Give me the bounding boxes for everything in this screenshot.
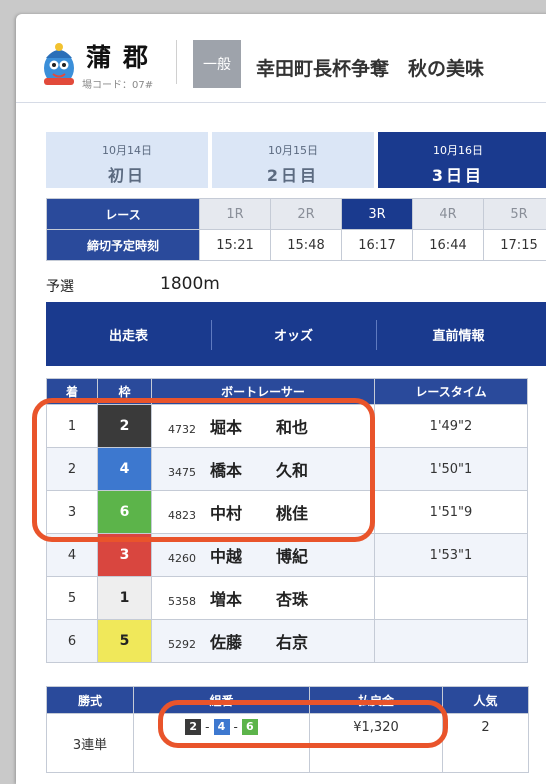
racer-given-name[interactable]: 杏珠 bbox=[276, 586, 308, 610]
tab-day-2[interactable]: 10月15日 2日目 bbox=[212, 132, 374, 188]
race-time bbox=[375, 620, 528, 663]
place: 6 bbox=[47, 620, 98, 663]
race-time: 1'49"2 bbox=[375, 405, 528, 448]
venue-name: 蒲郡 bbox=[86, 38, 160, 74]
tab-day-1[interactable]: 10月14日 初日 bbox=[46, 132, 208, 188]
racer-family-name[interactable]: 増本 bbox=[210, 590, 242, 609]
day-date: 10月14日 bbox=[46, 142, 208, 158]
venue-code: 場コード：07# bbox=[82, 76, 153, 91]
payout-highlight bbox=[158, 700, 448, 748]
race-tab-1r[interactable]: 1R bbox=[200, 199, 271, 230]
lane-number: 5 bbox=[98, 620, 152, 663]
place: 5 bbox=[47, 577, 98, 620]
race-tab-2r[interactable]: 2R bbox=[271, 199, 342, 230]
top3-highlight bbox=[32, 398, 375, 542]
grade-badge: 一般 bbox=[193, 40, 241, 88]
deadline-row-label: 締切予定時刻 bbox=[47, 230, 200, 261]
race-tab-3r[interactable]: 3R bbox=[342, 199, 413, 230]
race-tab-5r[interactable]: 5R bbox=[484, 199, 546, 230]
racer-family-name[interactable]: 中越 bbox=[210, 547, 242, 566]
venue-header: 蒲郡 場コード：07# 一般 幸田町長杯争奪 秋の美味 bbox=[16, 14, 546, 103]
day-date: 10月16日 bbox=[378, 142, 538, 158]
racer-cell: 5292 佐藤 右京 bbox=[152, 620, 375, 663]
racer-given-name[interactable]: 右京 bbox=[276, 629, 308, 653]
entry-list-button[interactable]: 出走表 bbox=[46, 302, 211, 366]
race-type: 予選 bbox=[46, 279, 74, 295]
racer-reg-number: 4260 bbox=[152, 552, 196, 565]
race-tab-4r[interactable]: 4R bbox=[413, 199, 484, 230]
deadline-time: 15:21 bbox=[200, 230, 271, 261]
race-distance: 1800m bbox=[160, 274, 220, 294]
race-info: 予選 1800m bbox=[46, 276, 74, 296]
lane-number: 1 bbox=[98, 577, 152, 620]
race-nav-bar: 出走表 オッズ 直前情報 bbox=[46, 302, 546, 366]
deadline-time: 15:48 bbox=[271, 230, 342, 261]
mascot-icon bbox=[36, 38, 82, 88]
day-label: 初日 bbox=[46, 162, 208, 186]
race-result-card: 蒲郡 場コード：07# 一般 幸田町長杯争奪 秋の美味 10月14日 初日 10… bbox=[16, 14, 546, 784]
deadline-time: 16:17 bbox=[342, 230, 413, 261]
racer-reg-number: 5358 bbox=[152, 595, 196, 608]
result-row: 515358 増本 杏珠 bbox=[47, 577, 528, 620]
race-time: 1'53"1 bbox=[375, 534, 528, 577]
race-schedule-table: レース 1R 2R 3R 4R 5R 締切予定時刻 15:21 15:48 16… bbox=[46, 198, 546, 261]
header-divider bbox=[176, 40, 177, 84]
racer-cell: 5358 増本 杏珠 bbox=[152, 577, 375, 620]
col-bet-type: 勝式 bbox=[47, 687, 134, 714]
tab-day-3[interactable]: 10月16日 3日目 bbox=[378, 132, 546, 188]
race-time: 1'50"1 bbox=[375, 448, 528, 491]
col-popularity: 人気 bbox=[443, 687, 529, 714]
bet-type: 3連単 bbox=[47, 714, 134, 773]
popularity: 2 bbox=[443, 714, 529, 773]
race-row-label: レース bbox=[47, 199, 200, 230]
race-time: 1'51"9 bbox=[375, 491, 528, 534]
col-time: レースタイム bbox=[375, 379, 528, 405]
racer-family-name[interactable]: 佐藤 bbox=[210, 633, 242, 652]
deadline-time: 17:15 bbox=[484, 230, 546, 261]
day-date: 10月15日 bbox=[212, 142, 374, 158]
racer-given-name[interactable]: 博紀 bbox=[276, 543, 308, 567]
day-label: 3日目 bbox=[378, 162, 538, 186]
racer-reg-number: 5292 bbox=[152, 638, 196, 651]
day-label: 2日目 bbox=[212, 162, 374, 186]
odds-button[interactable]: オッズ bbox=[211, 302, 376, 366]
deadline-time: 16:44 bbox=[413, 230, 484, 261]
race-time bbox=[375, 577, 528, 620]
race-series-title: 幸田町長杯争奪 秋の美味 bbox=[256, 54, 484, 81]
result-row: 655292 佐藤 右京 bbox=[47, 620, 528, 663]
pre-race-info-button[interactable]: 直前情報 bbox=[376, 302, 541, 366]
day-tabs: 10月14日 初日 10月15日 2日目 10月16日 3日目 bbox=[46, 132, 546, 188]
